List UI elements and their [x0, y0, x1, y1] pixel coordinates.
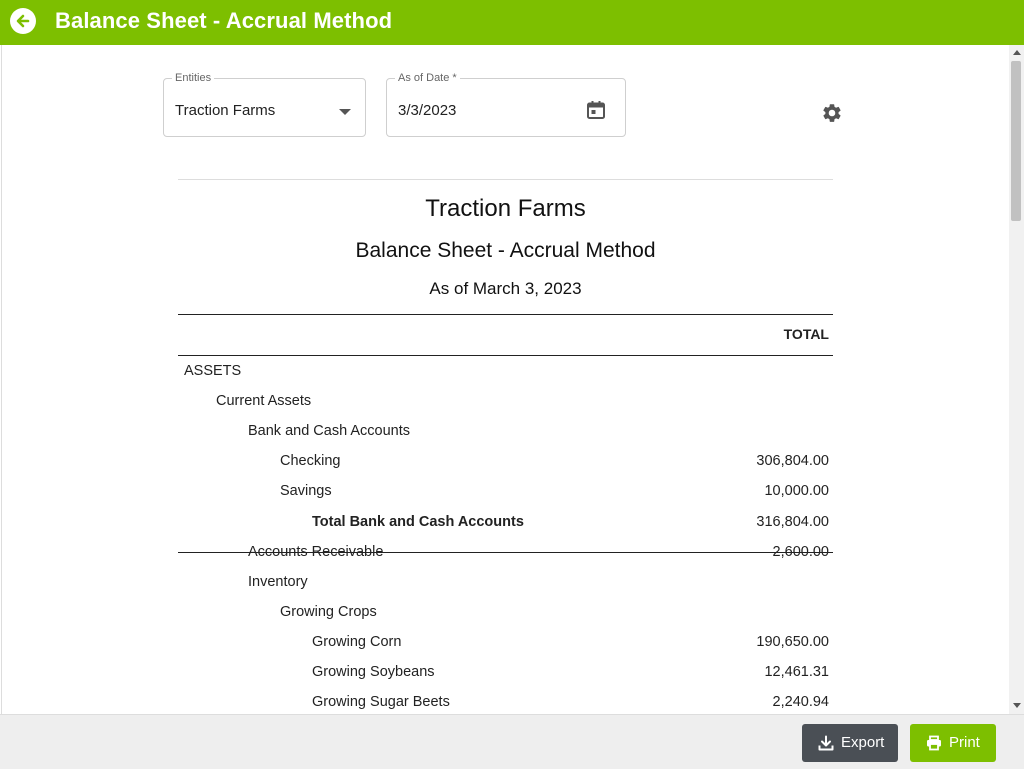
chevron-down-icon[interactable] — [339, 109, 351, 115]
header-top-divider — [178, 314, 833, 315]
row-label: Bank and Cash Accounts — [248, 423, 411, 439]
row-label: Savings — [280, 483, 332, 499]
row-amount: 190,650.00 — [756, 634, 829, 650]
calendar-icon[interactable] — [586, 100, 606, 120]
scroll-up-arrow-icon[interactable] — [1013, 50, 1021, 55]
row-label: Checking — [280, 453, 341, 469]
table-row: Growing Corn 190,650.00 — [178, 627, 833, 657]
table-row: Bank and Cash Accounts — [178, 416, 833, 446]
scroll-down-arrow-icon[interactable] — [1013, 703, 1021, 708]
print-button-label: Print — [949, 734, 980, 751]
row-amount: 2,240.94 — [772, 694, 829, 710]
table-row: Growing Sugar Beets 2,240.94 — [178, 687, 833, 714]
row-amount: 12,461.31 — [764, 664, 829, 680]
row-label: Accounts Receivable — [248, 544, 384, 560]
entities-select[interactable]: Entities Traction Farms — [163, 72, 366, 137]
column-header-total: TOTAL — [783, 326, 829, 342]
gear-icon[interactable] — [821, 102, 843, 124]
table-row: Growing Crops — [178, 597, 833, 627]
download-icon — [818, 735, 834, 751]
entities-label: Entities — [172, 72, 215, 85]
report-company: Traction Farms — [425, 195, 586, 222]
row-amount: 10,000.00 — [764, 483, 829, 499]
footer-toolbar: Export Print — [0, 714, 1024, 769]
report-name: Balance Sheet - Accrual Method — [355, 239, 656, 262]
print-button[interactable]: Print — [910, 724, 996, 762]
row-label: Growing Corn — [312, 634, 402, 650]
row-amount: 2,600.00 — [772, 544, 829, 560]
row-amount: 306,804.00 — [756, 453, 829, 469]
row-label: ASSETS — [184, 363, 242, 379]
app-header: Balance Sheet - Accrual Method — [0, 0, 1024, 45]
report-top-divider — [178, 179, 833, 180]
row-label: Growing Crops — [280, 604, 377, 620]
row-label: Growing Soybeans — [312, 664, 435, 680]
back-button[interactable] — [10, 8, 36, 34]
subtotal-row: Total Bank and Cash Accounts 316,804.00 — [178, 507, 833, 537]
report-as-of: As of March 3, 2023 — [429, 279, 582, 298]
report-content: Entities Traction Farms As of Date * 3/3… — [1, 45, 1009, 714]
table-row: Current Assets — [178, 386, 833, 416]
row-label: Growing Sugar Beets — [312, 694, 450, 710]
as-of-date-value: 3/3/2023 — [398, 102, 457, 119]
table-row: Accounts Receivable 2,600.00 — [178, 537, 833, 567]
export-button-label: Export — [841, 734, 885, 751]
table-row: Checking 306,804.00 — [178, 446, 833, 476]
table-row: Inventory — [178, 567, 833, 597]
export-button[interactable]: Export — [802, 724, 898, 762]
arrow-left-icon — [16, 14, 30, 28]
table-row: Growing Soybeans 12,461.31 — [178, 657, 833, 687]
entities-value: Traction Farms — [175, 102, 276, 119]
as-of-date-label: As of Date * — [395, 72, 460, 85]
row-label: Inventory — [248, 574, 308, 590]
vertical-scrollbar[interactable] — [1009, 45, 1024, 714]
as-of-date-field[interactable]: As of Date * 3/3/2023 — [386, 72, 626, 137]
scrollbar-thumb[interactable] — [1011, 61, 1021, 221]
page-title: Balance Sheet - Accrual Method — [55, 8, 393, 33]
row-label: Current Assets — [216, 393, 312, 409]
table-row: ASSETS — [178, 356, 833, 386]
row-label: Total Bank and Cash Accounts — [312, 514, 524, 530]
table-row: Savings 10,000.00 — [178, 476, 833, 506]
printer-icon — [927, 735, 941, 751]
row-amount: 316,804.00 — [756, 514, 829, 530]
